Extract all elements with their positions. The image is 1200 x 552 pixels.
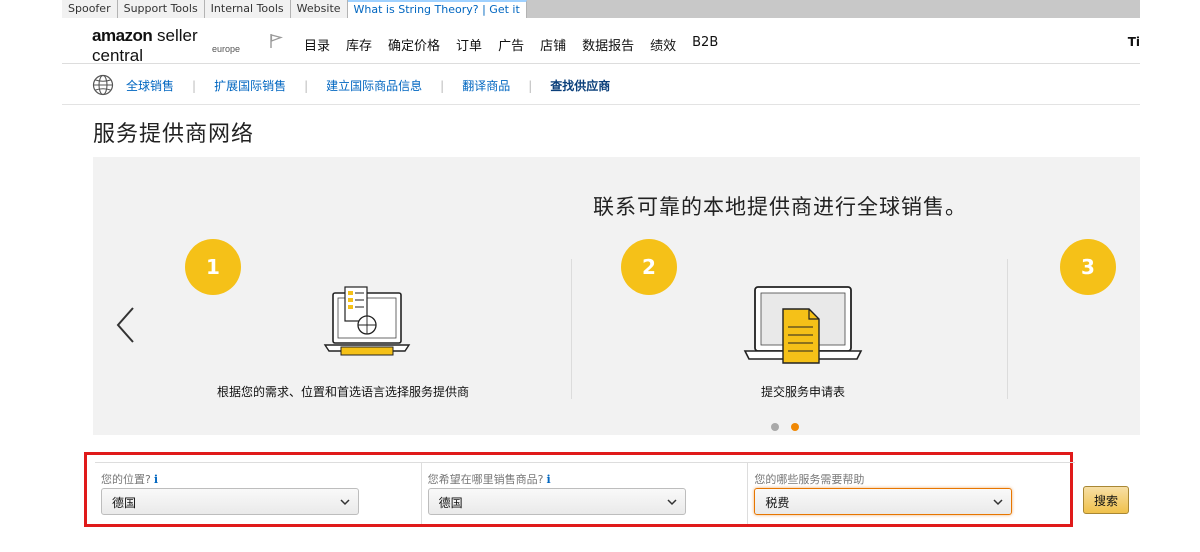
- carousel-headline: 联系可靠的本地提供商进行全球销售。: [593, 195, 967, 219]
- bookmark-support-tools[interactable]: Support Tools: [117, 0, 205, 18]
- bookmark-string-theory[interactable]: What is String Theory? | Get it: [347, 0, 527, 18]
- bookmark-internal-tools[interactable]: Internal Tools: [204, 0, 291, 18]
- globe-icon: [92, 74, 114, 96]
- step-caption-1: 根据您的需求、位置和首选语言选择服务提供商: [216, 385, 469, 399]
- top-header: amazon seller central europe 目录 库存 确定价格 …: [62, 18, 1140, 65]
- filter-sell-where: 您希望在哪里销售商品? i 德国: [422, 463, 749, 524]
- sell-where-select[interactable]: 德国: [427, 488, 686, 515]
- filter-location: 您的位置? i 德国: [95, 463, 422, 524]
- info-icon[interactable]: i: [154, 473, 158, 486]
- step-divider: [1007, 259, 1008, 399]
- bookmark-spoofer[interactable]: Spoofer: [62, 0, 118, 18]
- carousel-dot-1[interactable]: [771, 423, 779, 431]
- subnav-translate[interactable]: 翻译商品: [462, 77, 510, 94]
- subnav-separator: |: [528, 78, 533, 93]
- flag-icon[interactable]: [268, 33, 284, 49]
- provider-filter-form: 您的位置? i 德国 您希望在哪里销售商品? i 德国 您的哪些服务需要帮助 税费: [95, 462, 1075, 524]
- nav-performance[interactable]: 绩效: [650, 35, 676, 54]
- services-label: 您的哪些服务需要帮助: [754, 473, 865, 486]
- application-form-icon: [743, 286, 863, 364]
- step-divider: [571, 259, 572, 399]
- nav-inventory[interactable]: 库存: [346, 35, 372, 54]
- subnav-build-listings[interactable]: 建立国际商品信息: [326, 77, 422, 94]
- location-select[interactable]: 德国: [101, 488, 359, 515]
- carousel-dots: [771, 423, 799, 431]
- nav-reports[interactable]: 数据报告: [582, 35, 634, 54]
- info-carousel: 联系可靠的本地提供商进行全球销售。 1 根据您的需求、位置和首选语言选择服务提供…: [93, 157, 1140, 435]
- nav-b2b[interactable]: B2B: [692, 35, 718, 54]
- subnav-find-providers[interactable]: 查找供应商: [550, 77, 610, 94]
- step-caption-2: 提交服务申请表: [760, 385, 845, 399]
- nav-pricing[interactable]: 确定价格: [388, 35, 440, 54]
- page-title: 服务提供商网络: [93, 122, 255, 147]
- chevron-down-icon: [993, 499, 1003, 506]
- carousel-dot-2[interactable]: [791, 423, 799, 431]
- step-badge-2: 2: [621, 239, 677, 295]
- main-nav: 目录 库存 确定价格 订单 广告 店铺 数据报告 绩效 B2B: [304, 35, 734, 54]
- subnav-separator: |: [304, 78, 309, 93]
- provider-selection-icon: [323, 286, 411, 356]
- location-label: 您的位置?: [101, 473, 151, 486]
- logo-brand: amazon: [92, 26, 153, 45]
- search-button[interactable]: 搜索: [1083, 486, 1129, 514]
- sell-where-value: 德国: [438, 496, 463, 510]
- subnav-global-selling[interactable]: 全球销售: [126, 77, 174, 94]
- nav-stores[interactable]: 店铺: [540, 35, 566, 54]
- info-icon[interactable]: i: [547, 473, 551, 486]
- nav-advertising[interactable]: 广告: [498, 35, 524, 54]
- logo-region: europe: [212, 44, 241, 54]
- user-menu[interactable]: Ti: [1128, 35, 1140, 49]
- seller-central-logo[interactable]: amazon seller central europe: [92, 26, 252, 65]
- step-badge-3: 3: [1060, 239, 1116, 295]
- filter-services: 您的哪些服务需要帮助 税费: [748, 463, 1075, 524]
- subnav-separator: |: [440, 78, 445, 93]
- chevron-left-icon[interactable]: [113, 305, 137, 345]
- step-badge-1: 1: [185, 239, 241, 295]
- chevron-down-icon: [667, 499, 677, 506]
- nav-catalog[interactable]: 目录: [304, 35, 330, 54]
- nav-orders[interactable]: 订单: [456, 35, 482, 54]
- sell-where-label: 您希望在哪里销售商品?: [427, 473, 544, 486]
- global-selling-subnav: 全球销售 | 扩展国际销售 | 建立国际商品信息 | 翻译商品 | 查找供应商: [62, 65, 1140, 105]
- services-select[interactable]: 税费: [754, 488, 1013, 515]
- subnav-expand-international[interactable]: 扩展国际销售: [214, 77, 286, 94]
- subnav-separator: |: [192, 78, 197, 93]
- chevron-down-icon: [340, 499, 350, 506]
- location-value: 德国: [112, 496, 137, 510]
- services-value: 税费: [765, 496, 790, 510]
- bookmark-bar: Spoofer Support Tools Internal Tools Web…: [62, 0, 1140, 18]
- bookmark-website[interactable]: Website: [290, 0, 348, 18]
